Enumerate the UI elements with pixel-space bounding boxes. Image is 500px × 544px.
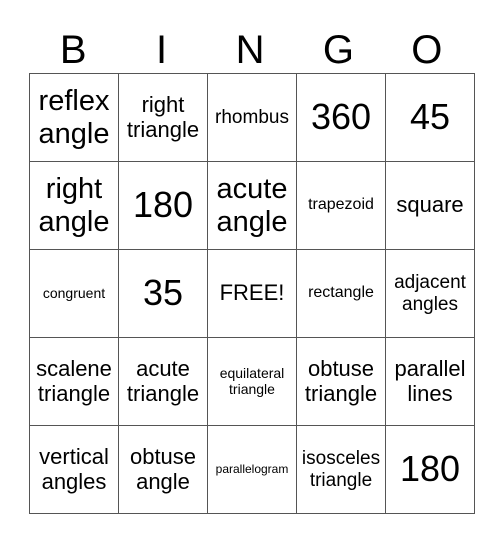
- header-letter-o: O: [411, 28, 443, 72]
- bingo-cell[interactable]: acute angle: [207, 161, 297, 250]
- bingo-cell[interactable]: right triangle: [118, 73, 208, 162]
- bingo-cell[interactable]: parallelogram: [207, 425, 297, 514]
- card-row: congruent 35 FREE! rectangle adjacent an…: [29, 249, 475, 338]
- bingo-cell[interactable]: isosceles triangle: [296, 425, 386, 514]
- bingo-cell[interactable]: equilateral triangle: [207, 337, 297, 426]
- header-letter-g: G: [322, 28, 354, 72]
- free-space-cell[interactable]: FREE!: [207, 249, 297, 338]
- bingo-cell[interactable]: trapezoid: [296, 161, 386, 250]
- bingo-cell[interactable]: obtuse angle: [118, 425, 208, 514]
- bingo-cell[interactable]: reflex angle: [29, 73, 119, 162]
- bingo-cell[interactable]: parallel lines: [385, 337, 475, 426]
- bingo-cell[interactable]: scalene triangle: [29, 337, 119, 426]
- bingo-cell[interactable]: 180: [118, 161, 208, 250]
- bingo-card: reflex angle right triangle rhombus 360 …: [29, 73, 475, 514]
- bingo-cell[interactable]: 180: [385, 425, 475, 514]
- bingo-cell[interactable]: adjacent angles: [385, 249, 475, 338]
- bingo-cell[interactable]: 360: [296, 73, 386, 162]
- bingo-cell[interactable]: square: [385, 161, 475, 250]
- bingo-cell[interactable]: congruent: [29, 249, 119, 338]
- bingo-cell[interactable]: 35: [118, 249, 208, 338]
- bingo-header: B I N G O: [29, 28, 471, 72]
- header-letter-b: B: [59, 28, 87, 72]
- header-letter-i: I: [156, 28, 168, 72]
- header-letter-n: N: [235, 28, 265, 72]
- bingo-cell[interactable]: rhombus: [207, 73, 297, 162]
- bingo-cell[interactable]: obtuse triangle: [296, 337, 386, 426]
- card-row: vertical angles obtuse angle parallelogr…: [29, 425, 475, 514]
- card-row: right angle 180 acute angle trapezoid sq…: [29, 161, 475, 250]
- bingo-cell[interactable]: acute triangle: [118, 337, 208, 426]
- bingo-cell[interactable]: 45: [385, 73, 475, 162]
- bingo-cell[interactable]: rectangle: [296, 249, 386, 338]
- card-row: scalene triangle acute triangle equilate…: [29, 337, 475, 426]
- bingo-cell[interactable]: right angle: [29, 161, 119, 250]
- bingo-cell[interactable]: vertical angles: [29, 425, 119, 514]
- card-row: reflex angle right triangle rhombus 360 …: [29, 73, 475, 162]
